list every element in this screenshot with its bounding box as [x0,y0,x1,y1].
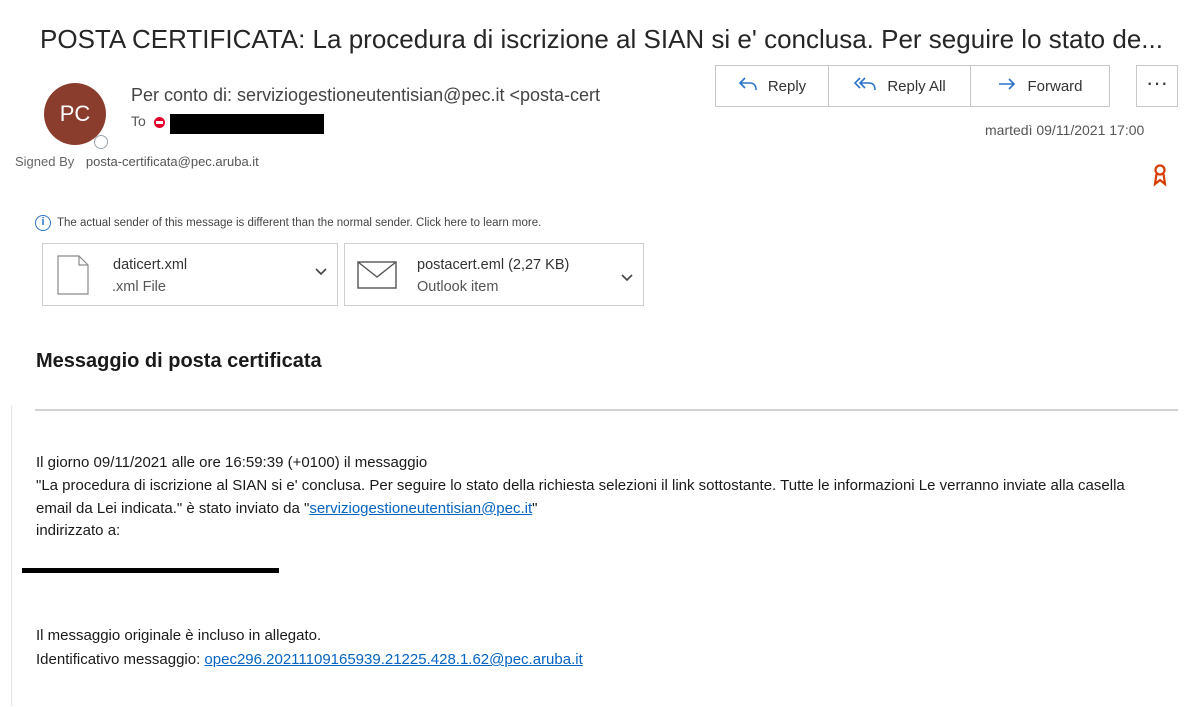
reply-arrow-icon [738,76,758,96]
message-id-link[interactable]: opec296.20211109165939.21225.428.1.62@pe… [204,651,582,668]
chevron-down-icon[interactable] [621,270,633,286]
attachment-postacert[interactable]: postacert.eml (2,27 KB) Outlook item [344,243,644,306]
body-line-date: Il giorno 09/11/2021 alle ore 16:59:39 (… [36,454,428,471]
divider [35,409,1178,411]
reply-all-button[interactable]: Reply All [828,65,970,107]
message-subject: POSTA CERTIFICATA: La procedura di iscri… [40,24,1163,54]
reply-label: Reply [767,77,807,95]
message-body: Il giorno 09/11/2021 alle ore 16:59:39 (… [36,452,1156,543]
message-footer: Il messaggio originale è incluso in alle… [36,624,1156,672]
redacted-recipient [170,114,324,134]
signed-by: Signed By posta-certificata@pec.aruba.it [15,154,259,169]
forward-arrow-icon [997,76,1017,96]
file-icon [57,255,89,295]
quote-end: " [532,499,538,517]
reply-button[interactable]: Reply [715,65,828,107]
certificate-ribbon-icon[interactable] [1152,163,1168,187]
redacted-recipient-address [22,568,279,573]
sender-info-bar[interactable]: i The actual sender of this message is d… [35,215,541,231]
chevron-down-icon[interactable] [315,264,327,280]
sender-from-line[interactable]: Per conto di: serviziogestioneutentisian… [131,85,600,106]
message-id-line: Identificativo messaggio: opec296.202111… [36,648,1156,672]
reply-all-label: Reply All [887,77,946,95]
attachment-type: .xml File [112,279,166,295]
reply-all-arrow-icon [853,76,877,96]
attachment-note: Il messaggio originale è incluso in alle… [36,627,322,644]
signed-by-label: Signed By [15,154,75,169]
recipient-blocked-icon [154,117,165,128]
signed-by-value: posta-certificata@pec.aruba.it [85,154,259,169]
quoted-message: "La procedura di iscrizione al SIAN si e… [36,476,1125,517]
presence-status-icon [94,135,108,149]
more-actions-button[interactable]: ··· [1136,65,1178,107]
forward-label: Forward [1027,77,1083,95]
attachment-name: postacert.eml (2,27 KB) [417,257,570,273]
message-heading: Messaggio di posta certificata [36,350,322,372]
sender-email-link[interactable]: serviziogestioneutentisian@pec.it [309,500,532,517]
envelope-icon [357,261,397,289]
forward-button[interactable]: Forward [970,65,1110,107]
body-line-recipient: indirizzato a: [36,522,121,540]
to-label: To [131,113,146,129]
action-bar: Reply Reply All Forward [715,65,1110,107]
reading-pane-edge [11,406,12,706]
attachment-daticert[interactable]: daticert.xml .xml File [42,243,338,306]
attachment-name: daticert.xml [113,257,188,273]
sender-info-text[interactable]: The actual sender of this message is dif… [57,217,541,229]
attachment-type: Outlook item [417,279,499,295]
message-date: martedì 09/11/2021 17:00 [985,122,1145,138]
message-id-label: Identificativo messaggio: [36,651,205,668]
body-line-quote: "La procedura di iscrizione al SIAN si e… [36,475,1156,521]
info-icon: i [35,215,51,231]
